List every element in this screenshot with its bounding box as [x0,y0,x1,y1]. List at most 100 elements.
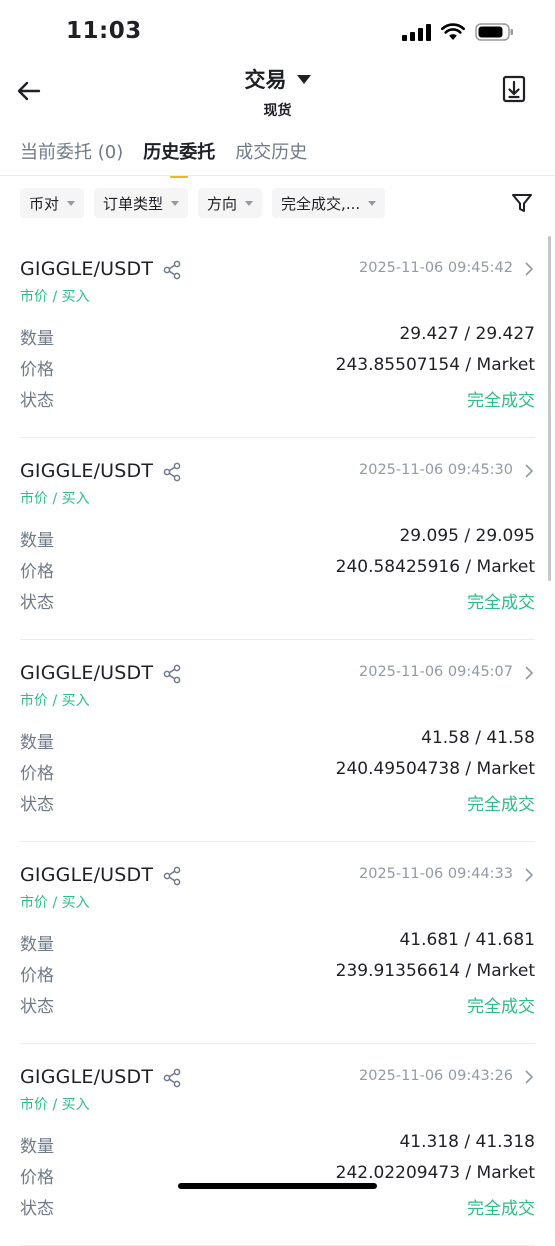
header: 交易 现货 [0,64,555,124]
filter-pair-label: 币对 [29,194,60,213]
order-type: 市价 / 买入 [20,289,90,305]
status-label: 状态 [20,795,54,815]
tab-order-history[interactable]: 历史委托 [143,138,215,178]
order-time: 2025-11-06 09:44:33 [359,866,513,882]
share-icon[interactable] [162,664,182,684]
tab-open-orders[interactable]: 当前委托 (0) [20,138,123,178]
order-card[interactable]: GIGGLE/USDT 2025-11-06 09:44:33 市价 / 买入 … [20,842,535,1044]
share-icon[interactable] [162,260,182,280]
status-value: 完全成交 [467,795,535,815]
status-label: 状态 [20,391,54,411]
filter-pair[interactable]: 币对 [20,188,85,218]
quantity-label: 数量 [20,531,54,551]
quantity-label: 数量 [20,935,54,955]
share-icon[interactable] [162,1068,182,1088]
price-value: 242.02209473 / Market [335,1163,535,1183]
filter-status[interactable]: 完全成交,... [272,188,386,218]
chevron-right-icon[interactable] [523,665,535,681]
order-header: GIGGLE/USDT 2025-11-06 09:45:42 [20,258,535,280]
quantity-label: 数量 [20,329,54,349]
order-header: GIGGLE/USDT 2025-11-06 09:44:33 [20,864,535,886]
price-label: 价格 [20,1168,54,1188]
filter-side[interactable]: 方向 [198,188,263,218]
caret-down-icon [296,74,311,84]
title-wrap: 交易 现货 [0,64,555,120]
price-label: 价格 [20,360,54,380]
status-value: 完全成交 [467,391,535,411]
tab-trade-history[interactable]: 成交历史 [235,138,307,178]
page-subtitle: 现货 [263,103,292,119]
home-indicator[interactable] [178,1183,377,1189]
status-label: 状态 [20,593,54,613]
order-time: 2025-11-06 09:45:07 [359,664,513,680]
order-time: 2025-11-06 09:43:26 [359,1068,513,1084]
order-header: GIGGLE/USDT 2025-11-06 09:45:30 [20,460,535,482]
status-label: 状态 [20,997,54,1017]
chevron-right-icon[interactable] [523,1069,535,1085]
order-card[interactable]: GIGGLE/USDT 2025-11-06 09:45:42 市价 / 买入 … [20,236,535,438]
market-type-selector[interactable]: 交易 [245,64,311,94]
share-icon[interactable] [162,462,182,482]
order-time: 2025-11-06 09:45:42 [359,260,513,276]
status-value: 完全成交 [467,593,535,613]
order-pair: GIGGLE/USDT [20,864,154,886]
order-card[interactable]: GIGGLE/USDT 2025-11-06 09:45:30 市价 / 买入 … [20,438,535,640]
chevron-right-icon[interactable] [523,261,535,277]
chevron-right-icon[interactable] [523,867,535,883]
order-pair: GIGGLE/USDT [20,258,154,280]
status-time: 11:03 [66,18,142,44]
price-label: 价格 [20,966,54,986]
filter-side-label: 方向 [207,194,238,213]
quantity-label: 数量 [20,1137,54,1157]
scrollbar[interactable] [548,236,551,581]
dropdown-triangle-icon [171,200,180,206]
share-icon[interactable] [162,866,182,886]
price-value: 243.85507154 / Market [335,355,535,375]
order-type: 市价 / 买入 [20,895,90,911]
download-icon[interactable] [501,74,527,104]
quantity-value: 41.58 / 41.58 [421,728,535,748]
status-value: 完全成交 [467,997,535,1017]
wifi-icon [441,23,465,40]
back-arrow-icon[interactable] [14,76,44,106]
filter-icon[interactable] [511,192,533,214]
price-label: 价格 [20,562,54,582]
status-value: 完全成交 [467,1199,535,1219]
order-pair: GIGGLE/USDT [20,662,154,684]
order-type: 市价 / 买入 [20,693,90,709]
status-icons [402,22,515,42]
price-label: 价格 [20,764,54,784]
order-type: 市价 / 买入 [20,1097,90,1113]
order-type: 市价 / 买入 [20,491,90,507]
order-list: GIGGLE/USDT 2025-11-06 09:45:42 市价 / 买入 … [0,236,555,1246]
chevron-right-icon[interactable] [523,463,535,479]
filter-bar: 币对 订单类型 方向 完全成交,... [20,188,386,218]
quantity-value: 29.095 / 29.095 [399,526,535,546]
status-label: 状态 [20,1199,54,1219]
order-card[interactable]: GIGGLE/USDT 2025-11-06 09:45:07 市价 / 买入 … [20,640,535,842]
dropdown-triangle-icon [368,200,377,206]
status-bar: 11:03 [0,0,555,64]
signal-icon [402,23,431,41]
order-pair: GIGGLE/USDT [20,460,154,482]
dropdown-triangle-icon [67,200,76,206]
filter-order-type[interactable]: 订单类型 [94,188,189,218]
filter-status-label: 完全成交,... [281,194,361,213]
tabs-divider [0,175,555,176]
page-title: 交易 [244,68,287,92]
order-time: 2025-11-06 09:45:30 [359,462,513,478]
filter-order-type-label: 订单类型 [103,194,164,213]
quantity-value: 41.318 / 41.318 [399,1132,535,1152]
order-header: GIGGLE/USDT 2025-11-06 09:43:26 [20,1066,535,1088]
order-tabs: 当前委托 (0) 历史委托 成交历史 [20,138,307,178]
order-card[interactable]: GIGGLE/USDT 2025-11-06 09:43:26 市价 / 买入 … [20,1044,535,1246]
price-value: 239.91356614 / Market [335,961,535,981]
order-header: GIGGLE/USDT 2025-11-06 09:45:07 [20,662,535,684]
battery-icon [475,23,513,41]
quantity-value: 41.681 / 41.681 [399,930,535,950]
quantity-value: 29.427 / 29.427 [399,324,535,344]
order-pair: GIGGLE/USDT [20,1066,154,1088]
dropdown-triangle-icon [245,200,254,206]
quantity-label: 数量 [20,733,54,753]
price-value: 240.49504738 / Market [335,759,535,779]
